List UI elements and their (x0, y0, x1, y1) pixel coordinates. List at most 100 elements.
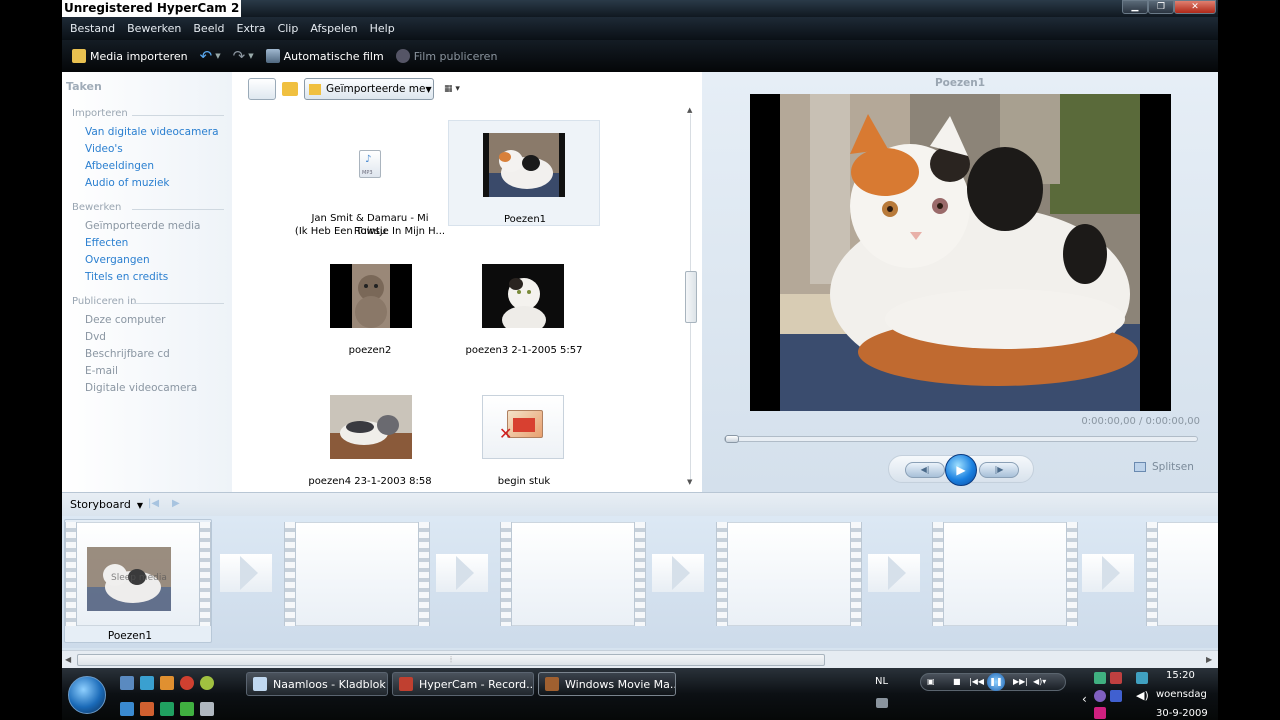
pause-icon[interactable]: ❚❚ (987, 673, 1005, 691)
scroll-thumb[interactable] (685, 271, 697, 323)
publish-movie-button[interactable]: Film publiceren (395, 49, 497, 63)
maximize-button[interactable]: ❐ (1148, 0, 1174, 14)
clock-day[interactable]: woensdag (1156, 689, 1207, 700)
publish-cd-link[interactable]: Beschrijfbare cd (85, 348, 170, 360)
undo-dropdown-icon[interactable]: ▼ (215, 52, 220, 60)
transition-slot[interactable] (436, 554, 488, 592)
publish-computer-link[interactable]: Deze computer (85, 314, 166, 326)
transition-slot[interactable] (868, 554, 920, 592)
next-frame-button[interactable]: |▶ (979, 462, 1019, 478)
menu-beeld[interactable]: Beeld (193, 22, 224, 35)
next-icon[interactable]: ▶▶| (1013, 677, 1028, 686)
imported-media-link[interactable]: Geïmporteerde media (85, 220, 201, 232)
tray-expand-icon[interactable]: ‹ (1082, 692, 1087, 706)
speaker-icon[interactable]: ◀) (1136, 689, 1149, 702)
auto-movie-button[interactable]: Automatische film (265, 49, 384, 63)
menu-bestand[interactable]: Bestand (70, 22, 115, 35)
transition-slot[interactable] (220, 554, 272, 592)
storyboard-frame[interactable] (716, 522, 862, 626)
storyboard-frame[interactable] (1146, 522, 1218, 626)
scroll-down-icon[interactable]: ▼ (687, 478, 692, 486)
import-from-camera-link[interactable]: Van digitale videocamera (85, 126, 219, 138)
import-audio-link[interactable]: Audio of muziek (85, 177, 170, 189)
taskbar-item-notepad[interactable]: Naamloos - Kladblok (246, 672, 388, 696)
redo-dropdown-icon[interactable]: ▼ (248, 52, 253, 60)
media-item[interactable]: poezen2 (294, 258, 446, 358)
ie-icon[interactable] (140, 676, 154, 690)
storyboard-frame[interactable] (500, 522, 646, 626)
media-item[interactable]: poezen4 23-1-2003 8:58 (294, 389, 446, 489)
network-icon[interactable] (1110, 690, 1122, 702)
import-videos-link[interactable]: Video's (85, 143, 123, 155)
tasks-toggle-button[interactable] (248, 78, 276, 100)
transition-slot[interactable] (652, 554, 704, 592)
menu-help[interactable]: Help (370, 22, 395, 35)
language-indicator[interactable]: NL (875, 676, 888, 687)
app-icon[interactable] (160, 702, 174, 716)
view-options-button[interactable]: ▦ ▾ (444, 84, 460, 94)
app-icon[interactable] (140, 702, 154, 716)
taskbar-item-hypercam[interactable]: HyperCam - Record... (392, 672, 534, 696)
close-button[interactable]: ✕ (1174, 0, 1216, 14)
publish-camera-link[interactable]: Digitale videocamera (85, 382, 197, 394)
split-button[interactable]: Splitsen (1134, 461, 1194, 473)
titles-credits-link[interactable]: Titels en credits (85, 271, 168, 283)
menu-bewerken[interactable]: Bewerken (127, 22, 181, 35)
scroll-thumb[interactable]: ⦙ (77, 654, 825, 666)
transition-slot[interactable] (1082, 554, 1134, 592)
wmp-icon[interactable]: ▣ (927, 677, 935, 686)
app-icon[interactable] (200, 676, 214, 690)
transitions-link[interactable]: Overgangen (85, 254, 150, 266)
media-player-icon[interactable] (160, 676, 174, 690)
scroll-up-icon[interactable]: ▲ (687, 106, 692, 114)
seek-handle[interactable] (725, 435, 739, 443)
media-item[interactable]: poezen3 2-1-2005 5:57 (448, 258, 600, 358)
media-item-selected[interactable]: Poezen1 (448, 120, 600, 226)
volume-icon[interactable]: ◀)▾ (1033, 677, 1046, 686)
browser-icon[interactable] (180, 676, 194, 690)
menu-extra[interactable]: Extra (237, 22, 266, 35)
storyboard-frame[interactable] (932, 522, 1078, 626)
collection-dropdown[interactable]: Geïmporteerde me ▼ (304, 78, 434, 100)
taskbar-item-movie-maker[interactable]: Windows Movie Ma... (538, 672, 676, 696)
storyboard-clip-selected[interactable]: Sleep media Poezen1 (64, 519, 212, 643)
collection-scrollbar[interactable]: ▲ ▼ (685, 106, 697, 490)
app-icon[interactable] (200, 702, 214, 716)
menu-clip[interactable]: Clip (278, 22, 299, 35)
clock-date[interactable]: 30-9-2009 (1156, 708, 1208, 719)
storyboard-dropdown[interactable]: Storyboard ▼ (70, 498, 143, 511)
import-pictures-link[interactable]: Afbeeldingen (85, 160, 154, 172)
keyboard-icon[interactable] (876, 698, 888, 708)
show-desktop-icon[interactable] (120, 676, 134, 690)
storyboard-frame[interactable] (284, 522, 430, 626)
publish-email-link[interactable]: E-mail (85, 365, 118, 377)
tray-icon[interactable] (1110, 672, 1122, 684)
collections-icon[interactable] (282, 82, 298, 96)
rewind-storyboard-icon[interactable]: |◀ (148, 498, 159, 509)
stop-icon[interactable]: ■ (953, 677, 961, 686)
previous-icon[interactable]: |◀◀ (969, 677, 984, 686)
clock-time[interactable]: 15:20 (1166, 670, 1195, 681)
effects-link[interactable]: Effecten (85, 237, 128, 249)
play-button[interactable]: ▶ (945, 454, 977, 486)
media-item[interactable]: ✕ begin stuk (448, 389, 600, 489)
menu-afspelen[interactable]: Afspelen (310, 22, 357, 35)
app-icon[interactable] (180, 702, 194, 716)
minimize-button[interactable]: ▁ (1122, 0, 1148, 14)
start-button[interactable] (68, 676, 106, 714)
scroll-left-icon[interactable]: ◀ (65, 655, 71, 664)
storyboard-scrollbar[interactable]: ◀ ⦙ ▶ (62, 650, 1218, 668)
previous-frame-button[interactable]: ◀| (905, 462, 945, 478)
publish-dvd-link[interactable]: Dvd (85, 331, 106, 343)
scroll-right-icon[interactable]: ▶ (1206, 655, 1212, 664)
tray-icon[interactable] (1136, 672, 1148, 684)
import-media-button[interactable]: Media importeren (72, 49, 188, 63)
tray-icon[interactable] (1094, 707, 1106, 719)
undo-button[interactable]: ↶ ▼ (200, 47, 221, 65)
tray-icon[interactable] (1094, 672, 1106, 684)
seek-bar[interactable] (724, 435, 1198, 443)
redo-button[interactable]: ↷ ▼ (233, 47, 254, 65)
tray-icon[interactable] (1094, 690, 1106, 702)
app-icon[interactable] (120, 702, 134, 716)
play-storyboard-icon[interactable]: ▶ (172, 498, 180, 509)
